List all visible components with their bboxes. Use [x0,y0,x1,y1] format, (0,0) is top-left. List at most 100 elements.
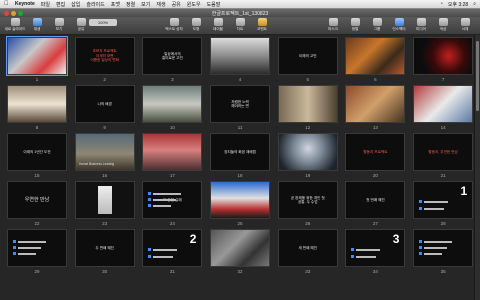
view-button[interactable]: 보기 [48,18,70,34]
menu-item-play[interactable]: 재생 [156,1,165,8]
slide-thumbnail[interactable]: 4 [207,37,273,85]
menu-item-view[interactable]: 보기 [141,1,150,8]
comment-button[interactable]: 코멘트 [251,18,273,34]
slide-preview[interactable]: 초보자 프로젝트 자세히 보면 이름한 일상의 변화 [74,37,135,75]
group-button[interactable]: 그룹 [366,18,388,34]
slide-thumbnail[interactable]: 저렴한 노력 해야하는 변 11 [207,85,273,133]
slide-preview[interactable] [345,85,406,123]
slide-thumbnail[interactable]: 13 [342,85,408,133]
slide-thumbnail[interactable]: 우연한 만남 22 [4,181,70,229]
slide-thumbnail[interactable]: 32 [207,229,273,277]
wifi-icon[interactable]: ◔ [440,1,443,7]
zoom-icon[interactable] [18,10,23,16]
new-slide-button[interactable]: 새로 슬라이드 [4,18,26,34]
slide-preview[interactable] [7,85,67,123]
menu-item-share[interactable]: 공유 [172,1,181,8]
slide-thumbnail[interactable]: 25 [207,181,273,229]
slide-thumbnail[interactable]: 첫 번째 혜진 27 [342,181,408,229]
slide-thumbnail[interactable]: 일상에서의 흥미로운 고민 3 [139,37,205,85]
scrollbar-thumb[interactable] [476,41,479,111]
inspector-button[interactable]: 인스펙터 [388,18,410,34]
slide-preview[interactable] [413,37,474,75]
slide-thumbnail[interactable]: 1 [4,36,70,85]
slide-preview[interactable] [345,37,406,75]
slide-thumbnail[interactable]: 이해의 고민 5 [275,37,341,85]
slide-preview[interactable]: 장치들의 화된 재배법 [210,133,271,171]
slide-preview[interactable]: 또 한번 실패 [142,181,203,219]
slide-thumbnail[interactable]: 2 31 [139,229,205,277]
table-button[interactable]: 테이블 [207,18,229,34]
slide-preview[interactable]: 첫 번째 혜진 [345,181,406,219]
arrange-button[interactable]: 정렬 [344,18,366,34]
slide-thumbnail[interactable]: 17 [139,133,205,181]
menu-item-help[interactable]: 도움말 [207,1,221,8]
slide-thumbnail[interactable]: 8 [4,85,70,133]
slide-preview[interactable]: 이제의 1년간 도전 [7,133,67,171]
slide-thumbnail[interactable]: 3 34 [342,229,408,277]
apple-icon[interactable]:  [4,1,9,7]
slide-preview[interactable] [210,37,271,75]
slide-preview[interactable] [142,133,203,171]
slide-preview[interactable]: 2 [142,229,203,267]
slide-thumbnail[interactable]: 장치들의 화된 재배법 18 [207,133,273,181]
slide-preview[interactable] [210,229,271,267]
slide-preview[interactable] [7,229,67,267]
slide-thumbnail[interactable]: 초보자 프로젝트 자세히 보면 이름한 일상의 변화 2 [72,37,138,85]
slide-thumbnail[interactable]: 12 [275,85,341,133]
slide-preview[interactable]: 1 [413,181,474,219]
shapes-button[interactable]: 도형 [185,18,207,34]
slide-preview[interactable]: 두 번째 혜진 [74,229,135,267]
slide-thumbnail[interactable]: 19 [275,133,341,181]
close-icon[interactable] [4,10,9,16]
chart-button[interactable]: 차트 [229,18,251,34]
slide-preview[interactable] [277,133,338,171]
slide-preview[interactable] [142,85,203,123]
slide-thumbnail[interactable]: 6 [342,37,408,85]
fonts-button[interactable]: 서체 [454,18,476,34]
slide-thumbnail[interactable]: 활동지, 우연한 만남 21 [410,133,474,181]
slide-thumbnail[interactable]: Yonsei Business Leading 16 [72,133,138,181]
slide-thumbnail[interactable]: 이제의 1년간 도전 15 [4,133,70,181]
slide-thumbnail[interactable]: 두 번째 혜진 30 [72,229,138,277]
slide-thumbnail[interactable]: 10 [139,85,205,133]
menu-item-edit[interactable]: 편집 [56,1,65,8]
text-box-button[interactable]: 텍스트 상자 [163,18,185,34]
slide-thumbnail[interactable]: 곧 완제품 위한 개인 첫 공통. 두 수업 26 [275,181,341,229]
search-icon[interactable]: ⌕ [473,1,476,7]
slide-thumbnail[interactable]: 14 [410,85,474,133]
slide-preview[interactable] [74,181,135,219]
slide-preview[interactable]: Yonsei Business Leading [74,133,135,171]
menu-item-window[interactable]: 윈도우 [187,1,201,8]
media-button[interactable]: 미디어 [410,18,432,34]
slide-preview[interactable] [413,85,474,123]
zoom-select[interactable]: 100% [89,19,117,26]
slide-thumbnail[interactable]: 1 28 [410,181,474,229]
zoom-control[interactable]: 100% [89,18,117,34]
slide-preview[interactable]: 우연한 만남 [7,181,67,219]
menu-item-format[interactable]: 포맷 [111,1,120,8]
colors-button[interactable]: 색상 [432,18,454,34]
slide-preview[interactable]: 저렴한 노력 해야하는 변 [210,85,271,123]
slide-thumbnail[interactable]: 나의 배경 9 [72,85,138,133]
slide-preview[interactable]: 활동지, 우연한 만남 [413,133,474,171]
clock[interactable]: 오후 3:28 [448,1,468,8]
slide-thumbnail[interactable]: 7 [410,37,474,85]
slide-thumbnail[interactable]: 세 번째 혜진 33 [275,229,341,277]
slide-preview[interactable]: 일상에서의 흥미로운 고민 [142,37,203,75]
slide-preview[interactable]: 나의 배경 [74,85,135,123]
mask-button[interactable]: 마스크 [322,18,344,34]
slide-preview[interactable] [277,85,338,123]
slide-preview[interactable]: 곧 완제품 위한 개인 첫 공통. 두 수업 [277,181,338,219]
slide-preview[interactable]: 세 번째 혜진 [277,229,338,267]
slide-preview[interactable]: 이해의 고민 [277,37,338,75]
slide-thumbnail[interactable]: 또 한번 실패 24 [139,181,205,229]
slide-preview[interactable] [210,181,271,219]
menu-app-name[interactable]: Keynote [15,1,35,7]
play-button[interactable]: 재생 [26,18,48,34]
minimize-icon[interactable] [11,10,16,16]
slide-thumbnail[interactable]: 23 [72,181,138,229]
menu-item-file[interactable]: 파일 [41,1,50,8]
slide-thumbnail[interactable]: 35 [410,229,474,277]
slide-thumbnail[interactable]: 활동지 프로젝트 20 [342,133,408,181]
menu-item-arrange[interactable]: 정렬 [126,1,135,8]
